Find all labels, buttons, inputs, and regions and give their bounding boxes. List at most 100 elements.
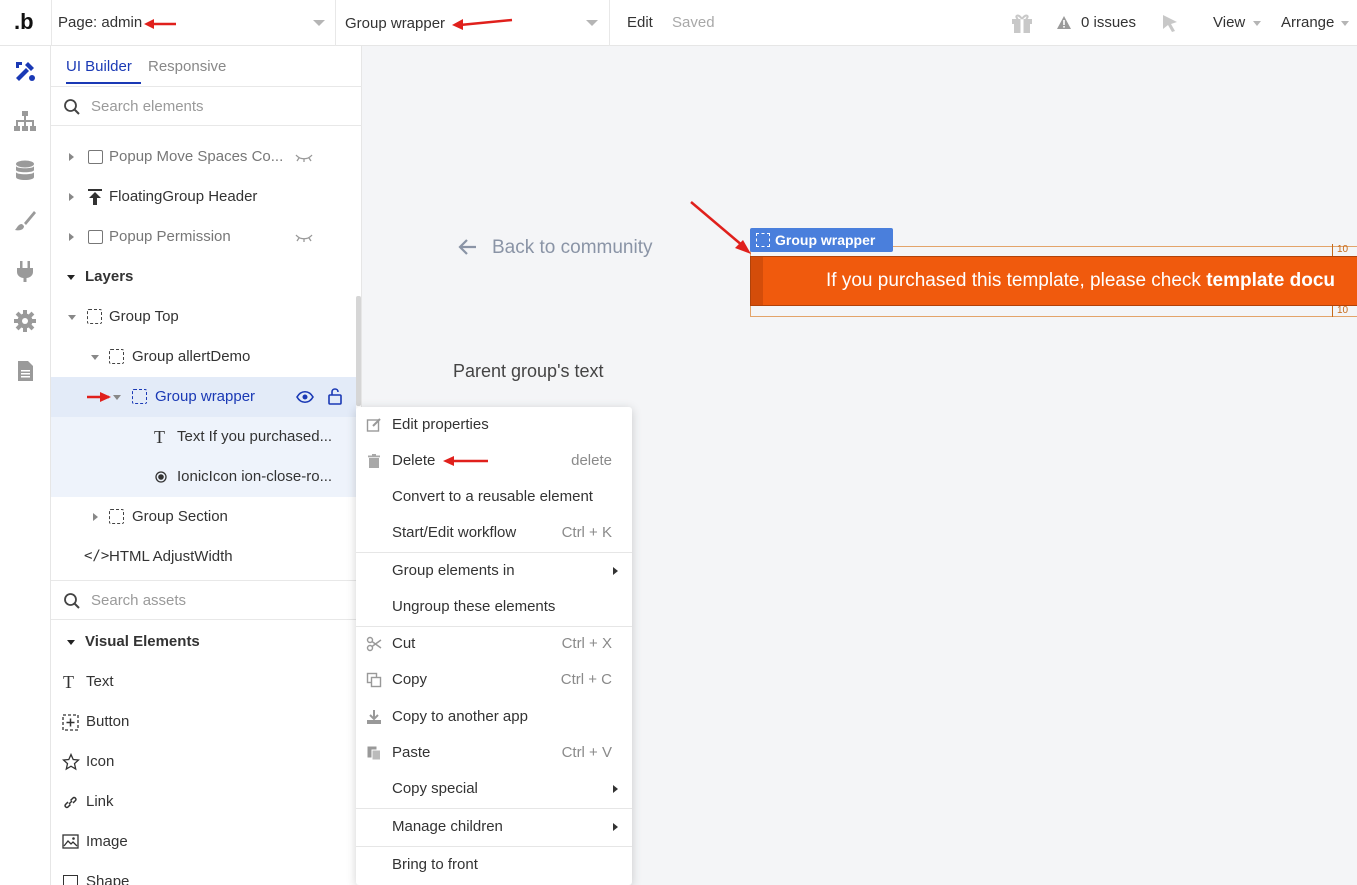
code-icon: </> (84, 548, 110, 564)
selected-element-tag[interactable]: Group wrapper (750, 228, 893, 252)
element-selector[interactable]: Group wrapper (345, 15, 445, 32)
chevron-down-icon[interactable] (113, 395, 121, 400)
cursor-icon[interactable] (1160, 13, 1180, 33)
asset-image[interactable]: Image (51, 822, 356, 862)
data-icon[interactable] (12, 158, 38, 184)
plug-icon[interactable] (12, 258, 38, 284)
search-elements-input[interactable]: Search elements (51, 86, 362, 126)
menu-edit-properties[interactable]: Edit properties (356, 407, 632, 443)
banner-accent-bar (751, 257, 763, 305)
tree-item-group-section[interactable]: Group Section (51, 497, 356, 537)
group-icon (87, 309, 102, 324)
search-assets-input[interactable]: Search assets (51, 580, 362, 620)
asset-shape[interactable]: Shape (51, 862, 356, 885)
layers-section[interactable]: Layers (51, 257, 356, 297)
back-to-community-link[interactable]: Back to community (492, 237, 653, 259)
banner-text[interactable]: If you purchased this template, please c… (826, 270, 1335, 292)
tab-ui-builder[interactable]: UI Builder (66, 58, 132, 75)
chevron-right-icon[interactable] (93, 513, 98, 521)
gear-icon[interactable] (12, 308, 38, 334)
bubble-logo[interactable]: .b (14, 9, 34, 35)
menu-copy-another-app[interactable]: Copy to another app (356, 699, 632, 735)
menu-bring-to-front[interactable]: Bring to front (356, 847, 632, 883)
asset-text[interactable]: T Text (51, 662, 356, 702)
floating-group-icon (88, 189, 102, 205)
tab-responsive[interactable]: Responsive (148, 58, 226, 75)
submenu-arrow-icon (613, 785, 618, 793)
issues-count[interactable]: 0 issues (1081, 14, 1136, 31)
context-menu: Edit properties Delete delete Convert to… (356, 407, 632, 885)
gift-icon[interactable] (1010, 11, 1034, 35)
tree-item-text[interactable]: T Text If you purchased... (51, 417, 356, 457)
tree-item-popup-permission[interactable]: Popup Permission (51, 217, 356, 257)
divider (609, 0, 610, 46)
menu-start-workflow[interactable]: Start/Edit workflow Ctrl + K (356, 515, 632, 551)
menu-paste[interactable]: Paste Ctrl + V (356, 735, 632, 771)
menu-delete[interactable]: Delete delete (356, 443, 632, 479)
page-selector[interactable]: Page: admin (58, 14, 142, 31)
chevron-right-icon[interactable] (69, 153, 74, 161)
eye-icon[interactable] (296, 390, 314, 404)
menu-copy-special[interactable]: Copy special (356, 771, 632, 807)
tree-item-group-wrapper[interactable]: Group wrapper (51, 377, 356, 417)
hidden-eye-icon[interactable] (295, 234, 313, 242)
star-icon (62, 753, 80, 771)
chevron-down-icon[interactable] (67, 640, 75, 645)
chevron-down-icon[interactable] (586, 20, 598, 26)
tree-item-html[interactable]: </> HTML AdjustWidth (51, 537, 356, 577)
tree-item-label: Group wrapper (155, 388, 256, 405)
menu-label: Group elements in (392, 562, 515, 579)
menu-label: Copy to another app (392, 708, 528, 725)
menu-label: Convert to a reusable element (392, 488, 593, 505)
tree-item-group-top[interactable]: Group Top (51, 297, 356, 337)
edit-menu[interactable]: Edit (627, 14, 653, 31)
brush-icon[interactable] (12, 208, 38, 234)
chevron-right-icon[interactable] (69, 233, 74, 241)
chevron-down-icon[interactable] (313, 20, 325, 26)
banner-text-regular: If you purchased this template, please c… (826, 270, 1207, 291)
hidden-eye-icon[interactable] (295, 154, 313, 162)
chevron-down-icon[interactable] (91, 355, 99, 360)
parent-group-text[interactable]: Parent group's text (453, 361, 604, 382)
menu-manage-children[interactable]: Manage children (356, 809, 632, 845)
tree-item-floating-header[interactable]: FloatingGroup Header (51, 177, 356, 217)
menu-shortcut: Ctrl + C (560, 671, 612, 688)
arrange-menu[interactable]: Arrange (1281, 14, 1334, 31)
visual-elements-section[interactable]: Visual Elements (51, 622, 356, 662)
menu-cut[interactable]: Cut Ctrl + X (356, 626, 632, 662)
tree-item-label: Popup Permission (109, 228, 231, 245)
menu-ungroup[interactable]: Ungroup these elements (356, 589, 632, 625)
unlock-icon[interactable] (327, 387, 343, 405)
menu-label: Start/Edit workflow (392, 524, 517, 541)
tree-item-label: HTML AdjustWidth (109, 548, 233, 565)
menu-group-elements-in[interactable]: Group elements in (356, 553, 632, 589)
asset-button[interactable]: Button (51, 702, 356, 742)
design-icon[interactable] (12, 58, 38, 84)
workflow-icon[interactable] (12, 108, 38, 134)
chevron-right-icon[interactable] (69, 193, 74, 201)
top-bar: .b Page: admin Group wrapper Edit Saved … (0, 0, 1357, 46)
chevron-down-icon[interactable] (68, 315, 76, 320)
left-icon-rail (0, 46, 51, 885)
menu-convert-reusable[interactable]: Convert to a reusable element (356, 479, 632, 515)
tree-item-popup-move[interactable]: Popup Move Spaces Co... (51, 137, 356, 177)
menu-label: Manage children (392, 818, 503, 835)
tree-item-ionicicon[interactable]: IonicIcon ion-close-ro... (51, 457, 356, 497)
tree-item-group-allertdemo[interactable]: Group allertDemo (51, 337, 356, 377)
banner-text-bold: template docu (1206, 270, 1336, 291)
divider (335, 0, 336, 46)
tree-item-label: FloatingGroup Header (109, 188, 258, 205)
asset-link[interactable]: Link (51, 782, 356, 822)
alert-banner[interactable]: If you purchased this template, please c… (750, 256, 1357, 306)
tree-scrollbar[interactable] (356, 296, 361, 406)
asset-label: Link (86, 793, 114, 810)
group-icon (109, 509, 124, 524)
document-icon[interactable] (12, 358, 38, 384)
arrow-left-icon[interactable] (458, 238, 478, 256)
asset-icon[interactable]: Icon (51, 742, 356, 782)
view-menu[interactable]: View (1213, 14, 1245, 31)
chevron-down-icon[interactable] (67, 275, 75, 280)
menu-copy[interactable]: Copy Ctrl + C (356, 662, 632, 698)
search-icon (64, 99, 80, 115)
margin-bottom-label: 10 (1332, 305, 1348, 317)
